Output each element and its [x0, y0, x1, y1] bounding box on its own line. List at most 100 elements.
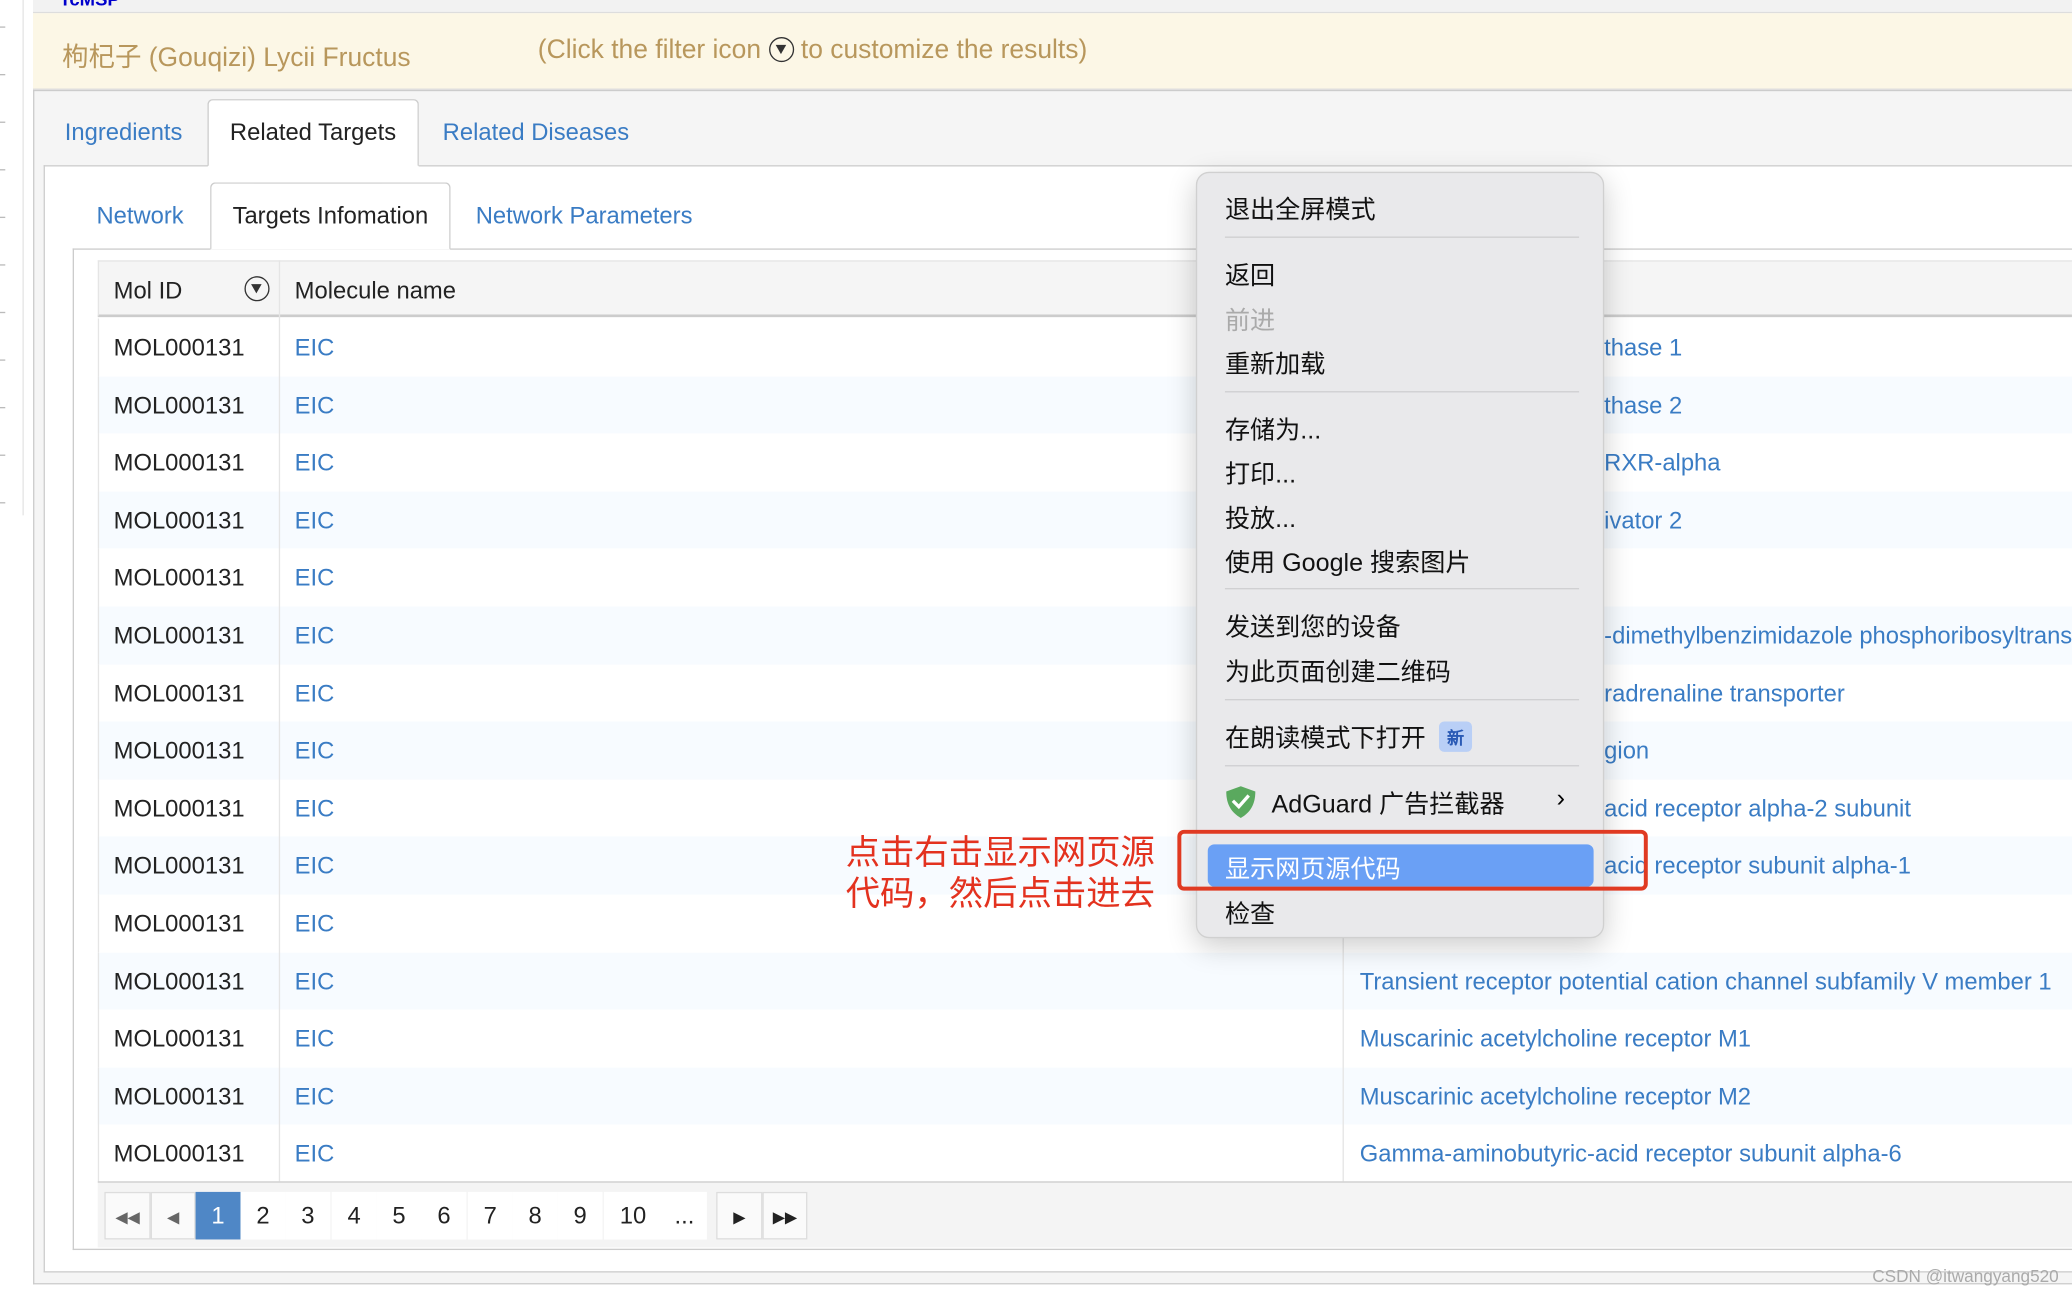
- adguard-shield-icon: [1226, 786, 1256, 818]
- herb-banner: 枸杞子 (Gouqizi) Lycii Fructus (Click the f…: [33, 13, 2072, 90]
- menu-separator: [1224, 699, 1580, 701]
- filter-icon[interactable]: [244, 276, 270, 302]
- table-row: MOL000131 EIC thase 2: [97, 376, 2072, 434]
- column-divider: [278, 260, 281, 1182]
- molecule-name-link[interactable]: EIC: [295, 565, 335, 593]
- adguard-label: AdGuard 广告拦截器: [1271, 791, 1505, 820]
- header-mol-id: Mol ID: [113, 277, 183, 304]
- first-page-button[interactable]: ◀◀: [104, 1191, 151, 1240]
- left-edge: [0, 0, 24, 516]
- molecule-name-link[interactable]: EIC: [295, 853, 335, 881]
- new-badge: 新: [1439, 721, 1473, 752]
- menu-cast[interactable]: 投放...: [1225, 499, 1296, 535]
- molecule-name-link[interactable]: EIC: [295, 1141, 335, 1169]
- page-3-button[interactable]: 3: [285, 1191, 331, 1240]
- menu-send-to-device[interactable]: 发送到您的设备: [1225, 608, 1401, 644]
- page-10-button[interactable]: 10: [603, 1191, 663, 1240]
- mol-id-cell: MOL000131: [113, 622, 245, 649]
- prev-page-button[interactable]: ◀: [150, 1191, 196, 1240]
- menu-reload[interactable]: 重新加载: [1225, 345, 1325, 381]
- page-1-button[interactable]: 1: [195, 1191, 241, 1240]
- molecule-name-link[interactable]: EIC: [295, 910, 335, 938]
- target-name-link[interactable]: thase 2: [1604, 392, 1682, 420]
- top-bar-text: TcMSP: [59, 0, 119, 9]
- mol-id-cell: MOL000131: [113, 507, 245, 534]
- menu-adguard[interactable]: AdGuard 广告拦截器: [1225, 785, 1505, 821]
- molecule-name-link[interactable]: EIC: [295, 1026, 335, 1054]
- menu-exit-fullscreen[interactable]: 退出全屏模式: [1225, 190, 1376, 226]
- mol-id-cell: MOL000131: [113, 679, 245, 707]
- page-2-button[interactable]: 2: [240, 1191, 286, 1240]
- target-name-link[interactable]: acid receptor alpha-2 subunit: [1604, 795, 1911, 823]
- subtab-targets-information[interactable]: Targets Infomation: [210, 182, 451, 250]
- table-row: MOL000131 EIC thase 1: [97, 318, 2072, 377]
- menu-separator: [1224, 588, 1580, 590]
- table-row: MOL000131 EIC gion: [97, 721, 2072, 780]
- molecule-name-link[interactable]: EIC: [295, 738, 335, 766]
- target-name-link[interactable]: acid receptor subunit alpha-1: [1604, 853, 1911, 881]
- page-7-button[interactable]: 7: [467, 1191, 513, 1240]
- menu-print[interactable]: 打印...: [1225, 455, 1296, 491]
- target-name-link[interactable]: gion: [1604, 738, 1649, 766]
- table-header: Mol ID Molecule name: [97, 260, 2072, 318]
- menu-separator: [1224, 391, 1580, 393]
- top-bar: TcMSP: [33, 0, 2072, 14]
- subtab-network-parameters[interactable]: Network Parameters: [455, 184, 714, 249]
- molecule-name-link[interactable]: EIC: [295, 680, 335, 708]
- menu-separator: [1224, 236, 1580, 238]
- mol-id-cell: MOL000131: [113, 968, 245, 995]
- target-name-link[interactable]: Muscarinic acetylcholine receptor M2: [1360, 1083, 1751, 1111]
- context-menu: 退出全屏模式 返回 前进 重新加载 存储为... 打印... 投放... 使用 …: [1195, 171, 1605, 939]
- molecule-name-link[interactable]: EIC: [295, 334, 335, 362]
- target-name-link[interactable]: Transient receptor potential cation chan…: [1360, 968, 2052, 996]
- menu-create-qr[interactable]: 为此页面创建二维码: [1225, 653, 1451, 689]
- tab-related-diseases[interactable]: Related Diseases: [422, 100, 651, 165]
- watermark: CSDN @itwangyang520: [1872, 1265, 2059, 1286]
- mol-id-cell: MOL000131: [113, 334, 245, 361]
- molecule-name-link[interactable]: EIC: [295, 392, 335, 420]
- target-name-link[interactable]: thase 1: [1604, 334, 1682, 362]
- target-name-link[interactable]: radrenaline transporter: [1604, 680, 1845, 708]
- filter-hint: (Click the filter icon to customize the …: [538, 36, 1087, 66]
- menu-save-as[interactable]: 存储为...: [1225, 411, 1321, 447]
- target-name-link[interactable]: ivator 2: [1604, 507, 1682, 535]
- header-molecule-name: Molecule name: [294, 277, 456, 304]
- page-9-button[interactable]: 9: [557, 1191, 603, 1240]
- target-name-link[interactable]: Muscarinic acetylcholine receptor M1: [1360, 1026, 1751, 1054]
- pagination-ellipsis[interactable]: ...: [662, 1191, 707, 1240]
- page-8-button[interactable]: 8: [512, 1191, 558, 1240]
- target-name-link[interactable]: Gamma-aminobutyric-acid receptor subunit…: [1360, 1141, 1902, 1169]
- page-5-button[interactable]: 5: [376, 1191, 422, 1240]
- molecule-name-link[interactable]: EIC: [295, 968, 335, 996]
- menu-google-image-search[interactable]: 使用 Google 搜索图片: [1225, 543, 1471, 579]
- tick-mark: [0, 502, 6, 504]
- molecule-name-link[interactable]: EIC: [295, 622, 335, 650]
- menu-forward: 前进: [1224, 307, 1276, 336]
- tick-mark: [0, 311, 6, 314]
- mol-id-cell: MOL000131: [113, 449, 245, 476]
- target-name-link[interactable]: -dimethylbenzimidazole phosphoribosyltra…: [1604, 622, 2072, 650]
- mol-id-cell: MOL000131: [113, 1083, 245, 1110]
- menu-reader-mode[interactable]: 在朗读模式下打开新: [1225, 719, 1473, 755]
- target-name-link[interactable]: RXR-alpha: [1604, 450, 1720, 478]
- menu-back[interactable]: 返回: [1225, 256, 1275, 292]
- mol-id-cell: MOL000131: [113, 852, 245, 880]
- molecule-name-link[interactable]: EIC: [295, 1083, 335, 1111]
- tick-mark: [0, 169, 6, 171]
- next-page-button[interactable]: ▶: [716, 1191, 763, 1240]
- tab-related-targets[interactable]: Related Targets: [207, 99, 419, 167]
- tab-ingredients[interactable]: Ingredients: [44, 100, 204, 165]
- mol-id-cell: MOL000131: [113, 564, 245, 592]
- tick-mark: [0, 121, 6, 123]
- last-page-button[interactable]: ▶▶: [762, 1191, 808, 1240]
- molecule-name-link[interactable]: EIC: [295, 795, 335, 823]
- mol-id-cell: MOL000131: [113, 1140, 245, 1168]
- page-6-button[interactable]: 6: [421, 1191, 467, 1240]
- molecule-name-link[interactable]: EIC: [295, 507, 335, 535]
- subtab-network[interactable]: Network: [75, 184, 205, 249]
- table-row: MOL000131 EIC Transient receptor potenti…: [97, 952, 2072, 1010]
- table-row: MOL000131 EIC RXR-alpha: [97, 433, 2072, 492]
- page-4-button[interactable]: 4: [331, 1191, 377, 1240]
- molecule-name-link[interactable]: EIC: [295, 450, 335, 478]
- menu-inspect[interactable]: 检查: [1225, 895, 1275, 931]
